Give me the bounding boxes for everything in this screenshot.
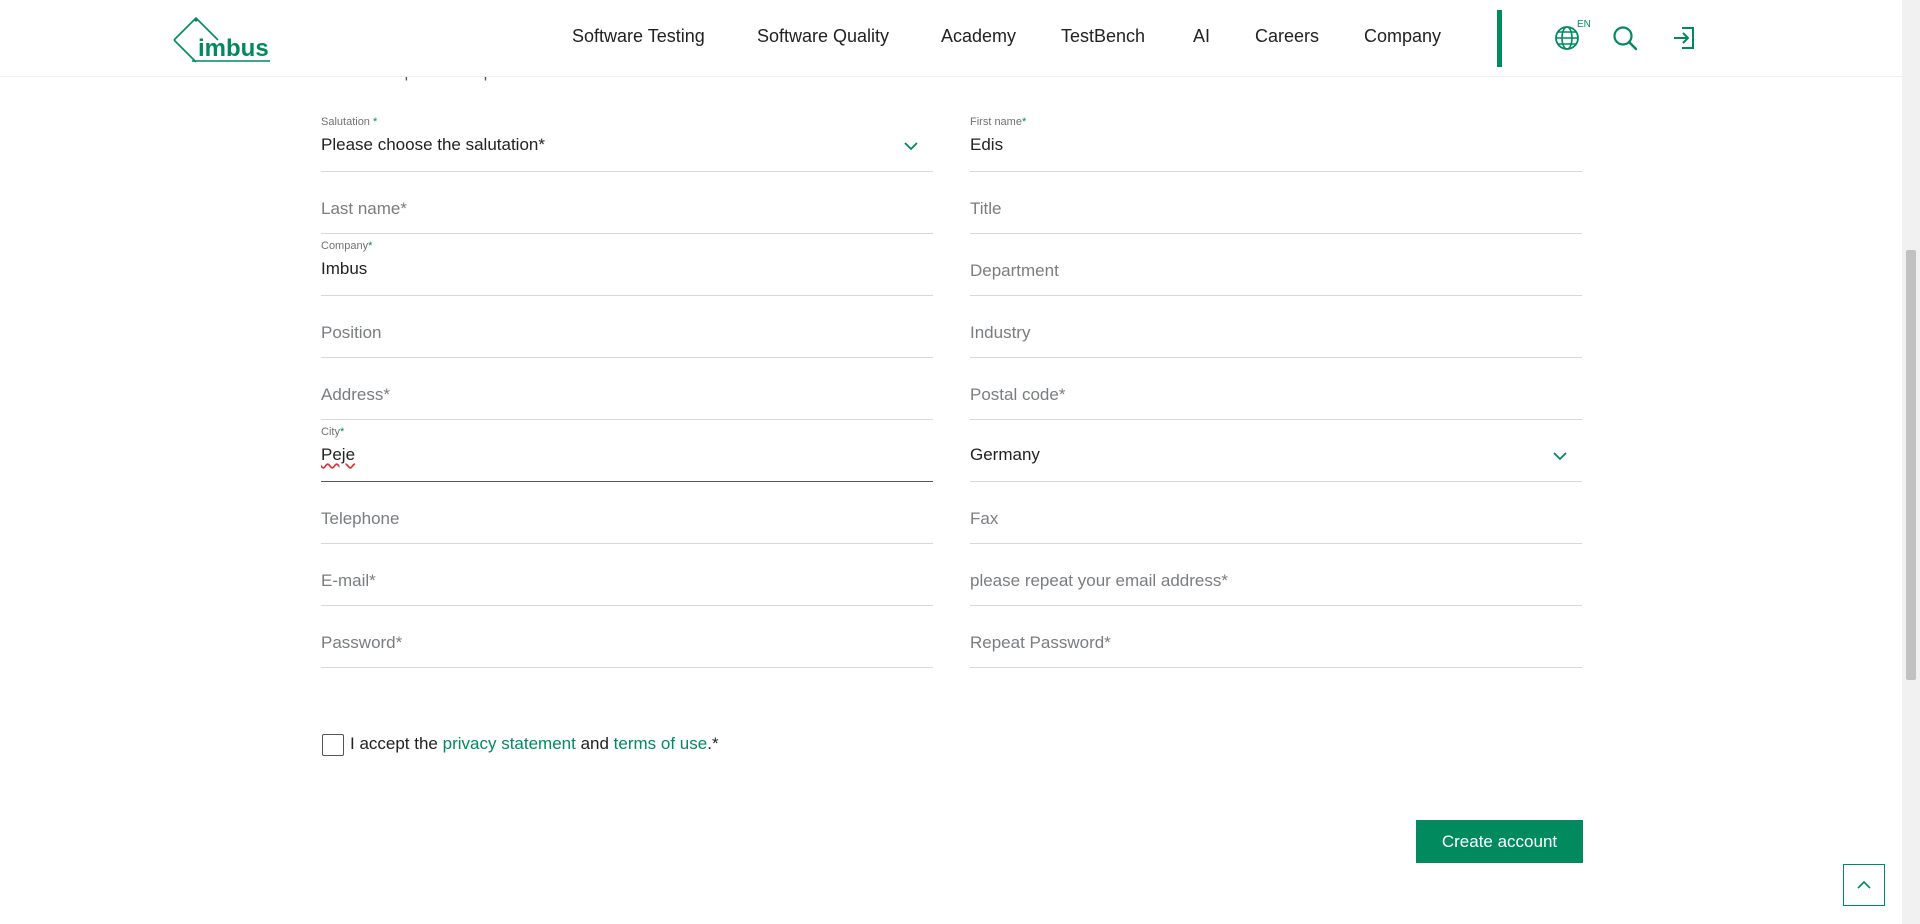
position-placeholder: Position <box>321 323 382 342</box>
consent-checkbox[interactable] <box>322 734 344 756</box>
chevron-down-icon <box>1553 452 1567 461</box>
department-placeholder: Department <box>970 261 1059 280</box>
postal-code-placeholder: Postal code* <box>970 385 1066 404</box>
salutation-value: Please choose the salutation* <box>321 135 545 154</box>
city-label: City* <box>321 426 345 438</box>
country-select[interactable]: Germany <box>970 420 1582 482</box>
nav-testbench[interactable]: TestBench <box>1061 26 1145 47</box>
password-repeat-placeholder: Repeat Password* <box>970 633 1111 652</box>
language-code[interactable]: EN <box>1577 19 1591 30</box>
search-icon[interactable] <box>1611 24 1639 52</box>
chevron-up-icon <box>1857 880 1871 889</box>
position-field[interactable]: Position <box>321 296 933 358</box>
email-repeat-placeholder: please repeat your email address* <box>970 571 1228 590</box>
title-field[interactable]: Title <box>970 172 1582 234</box>
password-repeat-field[interactable]: Repeat Password* <box>970 606 1582 668</box>
privacy-statement-link[interactable]: privacy statement <box>443 734 576 753</box>
telephone-field[interactable]: Telephone <box>321 482 933 544</box>
email-field[interactable]: E-mail* <box>321 544 933 606</box>
telephone-placeholder: Telephone <box>321 509 400 528</box>
country-value: Germany <box>970 445 1040 464</box>
first-name-value: Edis <box>970 135 1004 154</box>
create-account-button[interactable]: Create account <box>1416 820 1583 863</box>
industry-placeholder: Industry <box>970 323 1031 342</box>
title-placeholder: Title <box>970 199 1002 218</box>
city-field[interactable]: City* Peje <box>321 420 933 482</box>
logo-text: imbus <box>198 35 269 62</box>
login-icon[interactable] <box>1670 24 1698 52</box>
address-field[interactable]: Address* <box>321 358 933 420</box>
city-value: Peje <box>321 445 356 464</box>
nav-academy[interactable]: Academy <box>941 26 1016 47</box>
nav-company[interactable]: Company <box>1364 26 1441 47</box>
last-name-placeholder: Last name* <box>321 199 407 218</box>
consent-text: I accept the privacy statement and terms… <box>350 734 719 753</box>
scrollbar[interactable] <box>1902 0 1920 924</box>
first-name-label: First name* <box>970 116 1027 128</box>
email-placeholder: E-mail* <box>321 571 376 590</box>
fax-placeholder: Fax <box>970 509 999 528</box>
chevron-down-icon <box>904 142 918 151</box>
password-field[interactable]: Password* <box>321 606 933 668</box>
first-name-field[interactable]: First name* Edis <box>970 110 1582 172</box>
postal-code-field[interactable]: Postal code* <box>970 358 1582 420</box>
nav-software-testing[interactable]: Software Testing <box>572 26 705 47</box>
imbus-logo[interactable]: imbus <box>172 14 272 64</box>
salutation-label: Salutation * <box>321 116 378 128</box>
nav-ai[interactable]: AI <box>1193 26 1210 47</box>
address-placeholder: Address* <box>321 385 390 404</box>
nav-software-quality[interactable]: Software Quality <box>757 26 889 47</box>
company-value: Imbus <box>321 259 368 278</box>
back-to-top-button[interactable] <box>1843 864 1885 906</box>
company-label: Company* <box>321 240 373 252</box>
company-field[interactable]: Company* Imbus <box>321 234 933 296</box>
email-repeat-field[interactable]: please repeat your email address* <box>970 544 1582 606</box>
site-header: imbus Software Testing Software Quality … <box>0 0 1902 77</box>
last-name-field[interactable]: Last name* <box>321 172 933 234</box>
scroll-thumb[interactable] <box>1906 250 1916 680</box>
salutation-select[interactable]: Salutation * Please choose the salutatio… <box>321 110 933 172</box>
fax-field[interactable]: Fax <box>970 482 1582 544</box>
terms-of-use-link[interactable]: terms of use <box>614 734 708 753</box>
nav-careers[interactable]: Careers <box>1255 26 1319 47</box>
industry-field[interactable]: Industry <box>970 296 1582 358</box>
department-field[interactable]: Department <box>970 234 1582 296</box>
header-divider <box>1497 10 1502 67</box>
password-placeholder: Password* <box>321 633 403 652</box>
